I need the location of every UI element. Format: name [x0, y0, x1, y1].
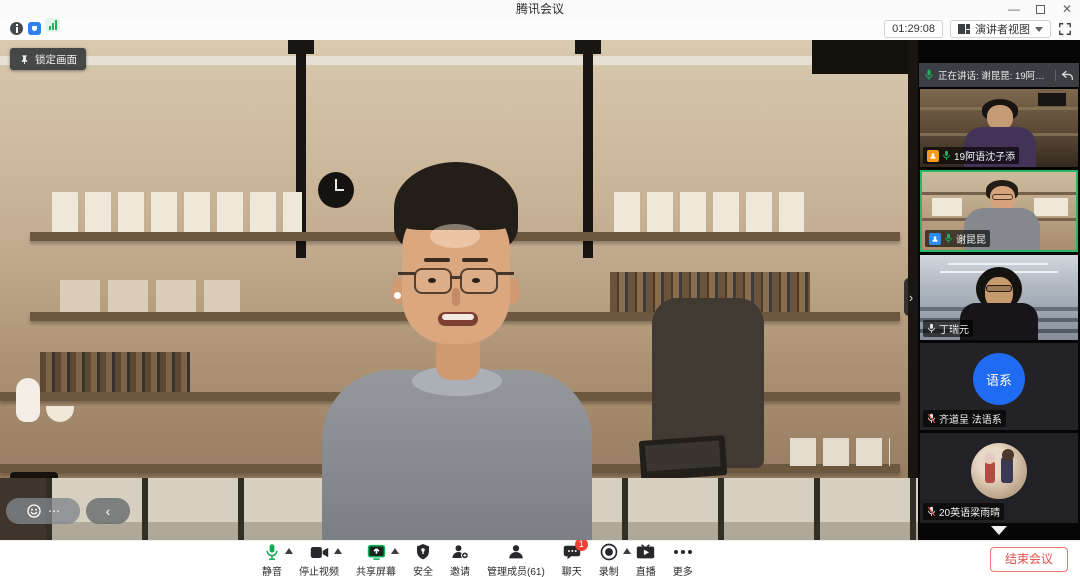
status-bar: 01:29:08 演讲者视图: [0, 18, 1080, 40]
mic-on-icon: [942, 150, 951, 161]
live-icon: [636, 544, 655, 560]
chevron-down-icon: [1035, 27, 1043, 32]
invite-button[interactable]: 邀请: [450, 543, 470, 577]
wall-clock: [318, 172, 354, 208]
more-emoji-dots: ⋯: [48, 504, 60, 518]
main-video: 锁定画面 ⋯ ‹ ›: [0, 40, 918, 540]
participant-name: 齐道呈 法语系: [939, 411, 1002, 426]
participant-video-4[interactable]: 语系 齐道呈 法语系: [920, 343, 1078, 430]
camera-icon: [310, 545, 329, 560]
network-signal-icon[interactable]: [45, 18, 60, 32]
shield-icon[interactable]: [28, 22, 41, 35]
maximize-button[interactable]: [1036, 5, 1045, 14]
mic-on-icon: [944, 233, 953, 244]
members-icon: [507, 543, 525, 561]
smiley-icon: [26, 503, 42, 519]
more-label: 更多: [673, 563, 693, 577]
file-boxes: [52, 192, 302, 232]
participant-name: 丁瑞元: [939, 321, 969, 336]
avatar-text: 语系: [986, 370, 1012, 389]
invite-person-icon: [451, 543, 469, 561]
close-button[interactable]: ✕: [1054, 0, 1080, 18]
pin-view-label: 锁定画面: [35, 52, 77, 67]
meeting-info-icon[interactable]: [10, 22, 23, 35]
record-label: 录制: [599, 563, 619, 577]
statusbar-right: 01:29:08 演讲者视图: [884, 20, 1072, 38]
layout-icon: [958, 24, 970, 34]
manage-members-button[interactable]: 管理成员(61): [487, 543, 545, 577]
share-options-caret[interactable]: [391, 548, 399, 554]
emoji-reaction-pill[interactable]: ⋯: [6, 498, 80, 524]
fullscreen-icon[interactable]: [1058, 22, 1072, 36]
share-screen-icon: [367, 544, 386, 560]
view-mode-label: 演讲者视图: [975, 21, 1030, 37]
live-label: 直播: [636, 563, 656, 577]
window-controls: — ✕: [1001, 0, 1080, 18]
chevron-left-icon: ‹: [106, 503, 111, 519]
person-icon: [931, 235, 939, 243]
participant-name: 19阿语沈子添: [954, 148, 1015, 163]
reply-arrow-icon: [1061, 70, 1074, 81]
record-options-caret[interactable]: [623, 548, 631, 554]
scroll-down-arrow[interactable]: [918, 526, 1080, 535]
person-icon: [929, 152, 937, 160]
view-mode-button[interactable]: 演讲者视图: [950, 20, 1051, 38]
window-title: 腾讯会议: [0, 0, 1080, 18]
participant-name: 20英语梁雨晴: [939, 504, 1000, 519]
chevron-right-icon: ›: [909, 290, 913, 305]
participant-video-5[interactable]: 20英语梁雨晴: [920, 433, 1078, 523]
end-meeting-button[interactable]: 结束会议: [990, 547, 1068, 572]
more-button[interactable]: 更多: [673, 543, 693, 577]
security-button[interactable]: 安全: [413, 543, 433, 577]
manage-members-label: 管理成员(61): [487, 563, 545, 577]
mic-on-icon: [924, 69, 934, 81]
live-stream-button[interactable]: 直播: [636, 543, 656, 577]
speaking-banner: 正在讲话: 谢昆昆: 19阿语…: [919, 63, 1079, 87]
chat-label: 聊天: [562, 563, 582, 577]
bottom-toolbar: 静音 停止视频 共享屏幕 安全: [0, 540, 1080, 577]
stop-video-button[interactable]: 停止视频: [299, 543, 339, 577]
tablet-stand: [639, 435, 728, 481]
video-options-caret[interactable]: [334, 548, 342, 554]
member-badge: [929, 233, 941, 245]
participant-video-2[interactable]: 谢昆昆: [920, 170, 1078, 252]
mute-button[interactable]: 静音: [262, 543, 282, 577]
chat-button[interactable]: 1 聊天: [562, 543, 582, 577]
stop-video-label: 停止视频: [299, 563, 339, 577]
mic-muted-icon: [927, 506, 936, 517]
minimize-button[interactable]: —: [1001, 0, 1027, 18]
record-button[interactable]: 录制: [599, 543, 619, 577]
more-dots-icon: [674, 550, 692, 554]
hand-raised-badge: [927, 150, 939, 162]
collapse-emoji-bar[interactable]: ‹: [86, 498, 130, 524]
share-screen-label: 共享屏幕: [356, 563, 396, 577]
meeting-timer: 01:29:08: [884, 20, 943, 38]
mic-options-caret[interactable]: [285, 548, 293, 554]
title-bar: 腾讯会议 — ✕: [0, 0, 1080, 18]
invite-label: 邀请: [450, 563, 470, 577]
vase: [16, 378, 40, 422]
security-label: 安全: [413, 563, 433, 577]
mic-icon: [264, 543, 280, 561]
earbud: [394, 292, 401, 299]
pin-icon: [19, 54, 30, 65]
pin-view-tooltip[interactable]: 锁定画面: [10, 48, 86, 70]
participant-video-3[interactable]: 丁瑞元: [920, 255, 1078, 340]
share-screen-button[interactable]: 共享屏幕: [356, 543, 396, 577]
photo-avatar: [971, 443, 1027, 499]
reply-arrow-button[interactable]: [1055, 70, 1074, 81]
participants-sidebar: 正在讲话: 谢昆昆: 19阿语… 19阿语沈子添: [918, 40, 1080, 540]
speaking-banner-text: 正在讲话: 谢昆昆: 19阿语…: [938, 68, 1048, 82]
record-icon: [600, 543, 618, 561]
participant-video-1[interactable]: 19阿语沈子添: [920, 89, 1078, 167]
text-avatar: 语系: [973, 353, 1025, 405]
participant-name: 谢昆昆: [956, 231, 986, 246]
security-shield-icon: [415, 543, 431, 561]
mute-label: 静音: [262, 563, 282, 577]
mic-idle-icon: [927, 323, 936, 334]
triangle-down-icon: [991, 526, 1007, 535]
sidebar-collapse-tab[interactable]: ›: [904, 278, 918, 316]
meeting-window: 腾讯会议 — ✕ 01:29:08 演讲者视图: [0, 0, 1080, 577]
mic-muted-icon: [927, 413, 936, 424]
